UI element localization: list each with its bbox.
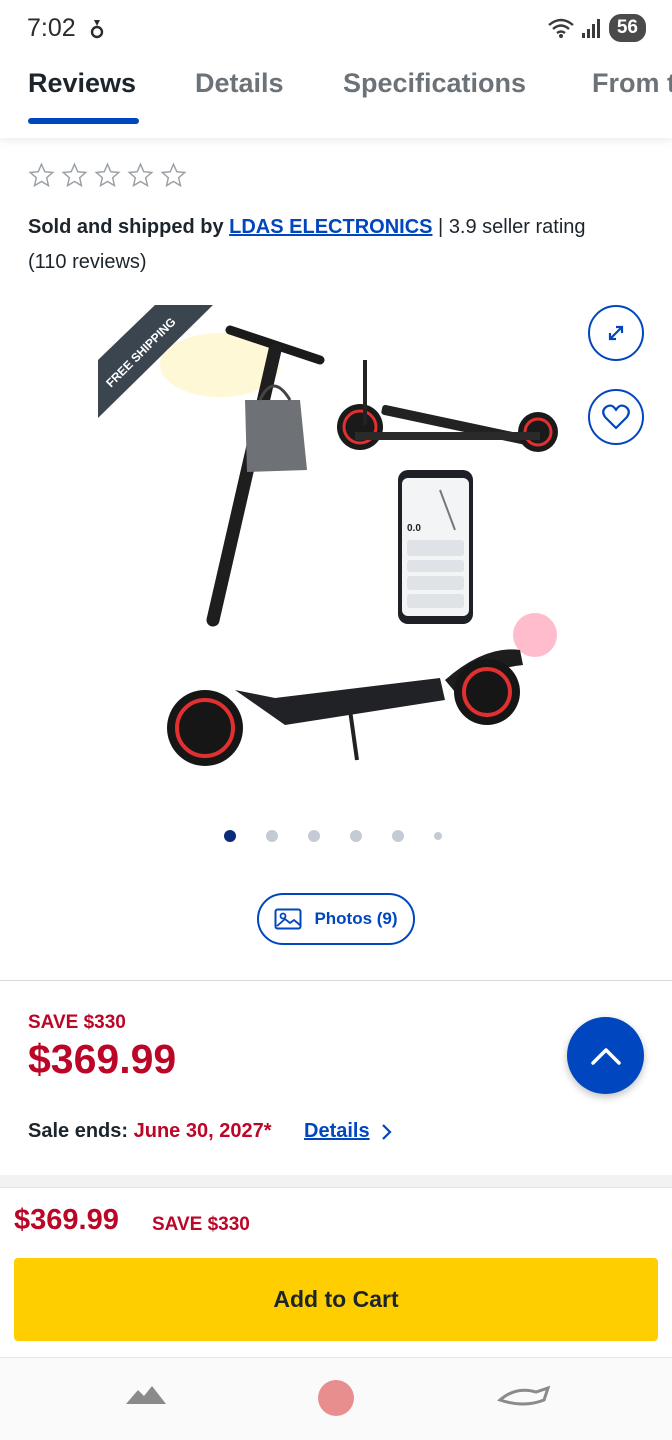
photos-button[interactable]: Photos (9): [257, 893, 415, 945]
recents-nav-icon[interactable]: [496, 1378, 552, 1414]
carousel-dot[interactable]: [224, 830, 236, 842]
scroll-to-top-button[interactable]: [567, 1017, 644, 1094]
section-divider: [0, 980, 672, 981]
carousel-dot[interactable]: [392, 830, 404, 842]
notification-icon: [90, 20, 104, 39]
system-nav-bar: [0, 1357, 672, 1440]
star-icon: [127, 162, 154, 188]
carousel-dot[interactable]: [308, 830, 320, 842]
heart-icon: [602, 404, 630, 430]
current-price: $369.99: [28, 1036, 177, 1082]
status-time: 7:02: [27, 14, 76, 42]
home-nav-icon[interactable]: [314, 1378, 358, 1422]
save-amount: SAVE $330: [28, 1012, 126, 1033]
product-image[interactable]: FREE SHIPPING 0.0 GYROCOPTERS: [95, 300, 644, 785]
seller-reviews-count: (110 reviews): [28, 251, 147, 273]
tab-bar: Reviews Details Specifications From t: [0, 58, 672, 138]
sale-ends: Sale ends: June 30, 2027*: [28, 1120, 271, 1143]
star-icon: [160, 162, 187, 188]
tab-from-manufacturer[interactable]: From t: [592, 68, 672, 99]
signal-icon: [581, 19, 600, 38]
star-icon: [94, 162, 121, 188]
status-icons: 56: [547, 14, 646, 42]
save-favorite-button[interactable]: [588, 389, 644, 445]
sale-ends-label: Sale ends:: [28, 1120, 129, 1142]
star-icon: [61, 162, 88, 188]
chevron-right-icon[interactable]: [380, 1122, 394, 1142]
carousel-dots: [224, 830, 442, 842]
star-icon: [28, 162, 55, 188]
battery-indicator: 56: [608, 14, 646, 42]
image-icon: [274, 908, 302, 930]
carousel-dot[interactable]: [266, 830, 278, 842]
seller-info: Sold and shipped by LDAS ELECTRONICS | 3…: [28, 210, 648, 280]
rating-stars[interactable]: [28, 162, 187, 189]
section-separator: [0, 1175, 672, 1187]
status-bar: 7:02 56: [0, 0, 672, 58]
sticky-save-amount: SAVE $330: [152, 1214, 250, 1235]
seller-name-link[interactable]: LDAS ELECTRONICS: [229, 216, 432, 238]
tab-specifications[interactable]: Specifications: [343, 68, 526, 99]
app-speed-readout: 0.0: [407, 523, 421, 534]
chevron-up-icon: [590, 1047, 621, 1065]
expand-image-button[interactable]: [588, 305, 644, 361]
add-to-cart-button[interactable]: Add to Cart: [14, 1258, 658, 1341]
tab-reviews[interactable]: Reviews: [28, 68, 136, 99]
wifi-icon: [548, 18, 574, 38]
sold-by-prefix: Sold and shipped by: [28, 216, 224, 238]
tab-details[interactable]: Details: [195, 68, 284, 99]
active-tab-indicator: [28, 118, 139, 124]
seller-separator: |: [438, 216, 444, 238]
sticky-price: $369.99: [14, 1204, 119, 1236]
sale-ends-date: June 30, 2027*: [133, 1120, 272, 1142]
carousel-dot[interactable]: [350, 830, 362, 842]
sale-details-link[interactable]: Details: [304, 1120, 370, 1143]
back-nav-icon[interactable]: [122, 1378, 170, 1414]
scooter-illustration: FREE SHIPPING 0.0 GYROCOPTERS: [98, 305, 558, 766]
carousel-dot[interactable]: [434, 832, 442, 840]
seller-rating: 3.9 seller rating: [448, 216, 586, 238]
photos-button-label: Photos (9): [314, 909, 398, 928]
expand-icon: [608, 325, 624, 341]
